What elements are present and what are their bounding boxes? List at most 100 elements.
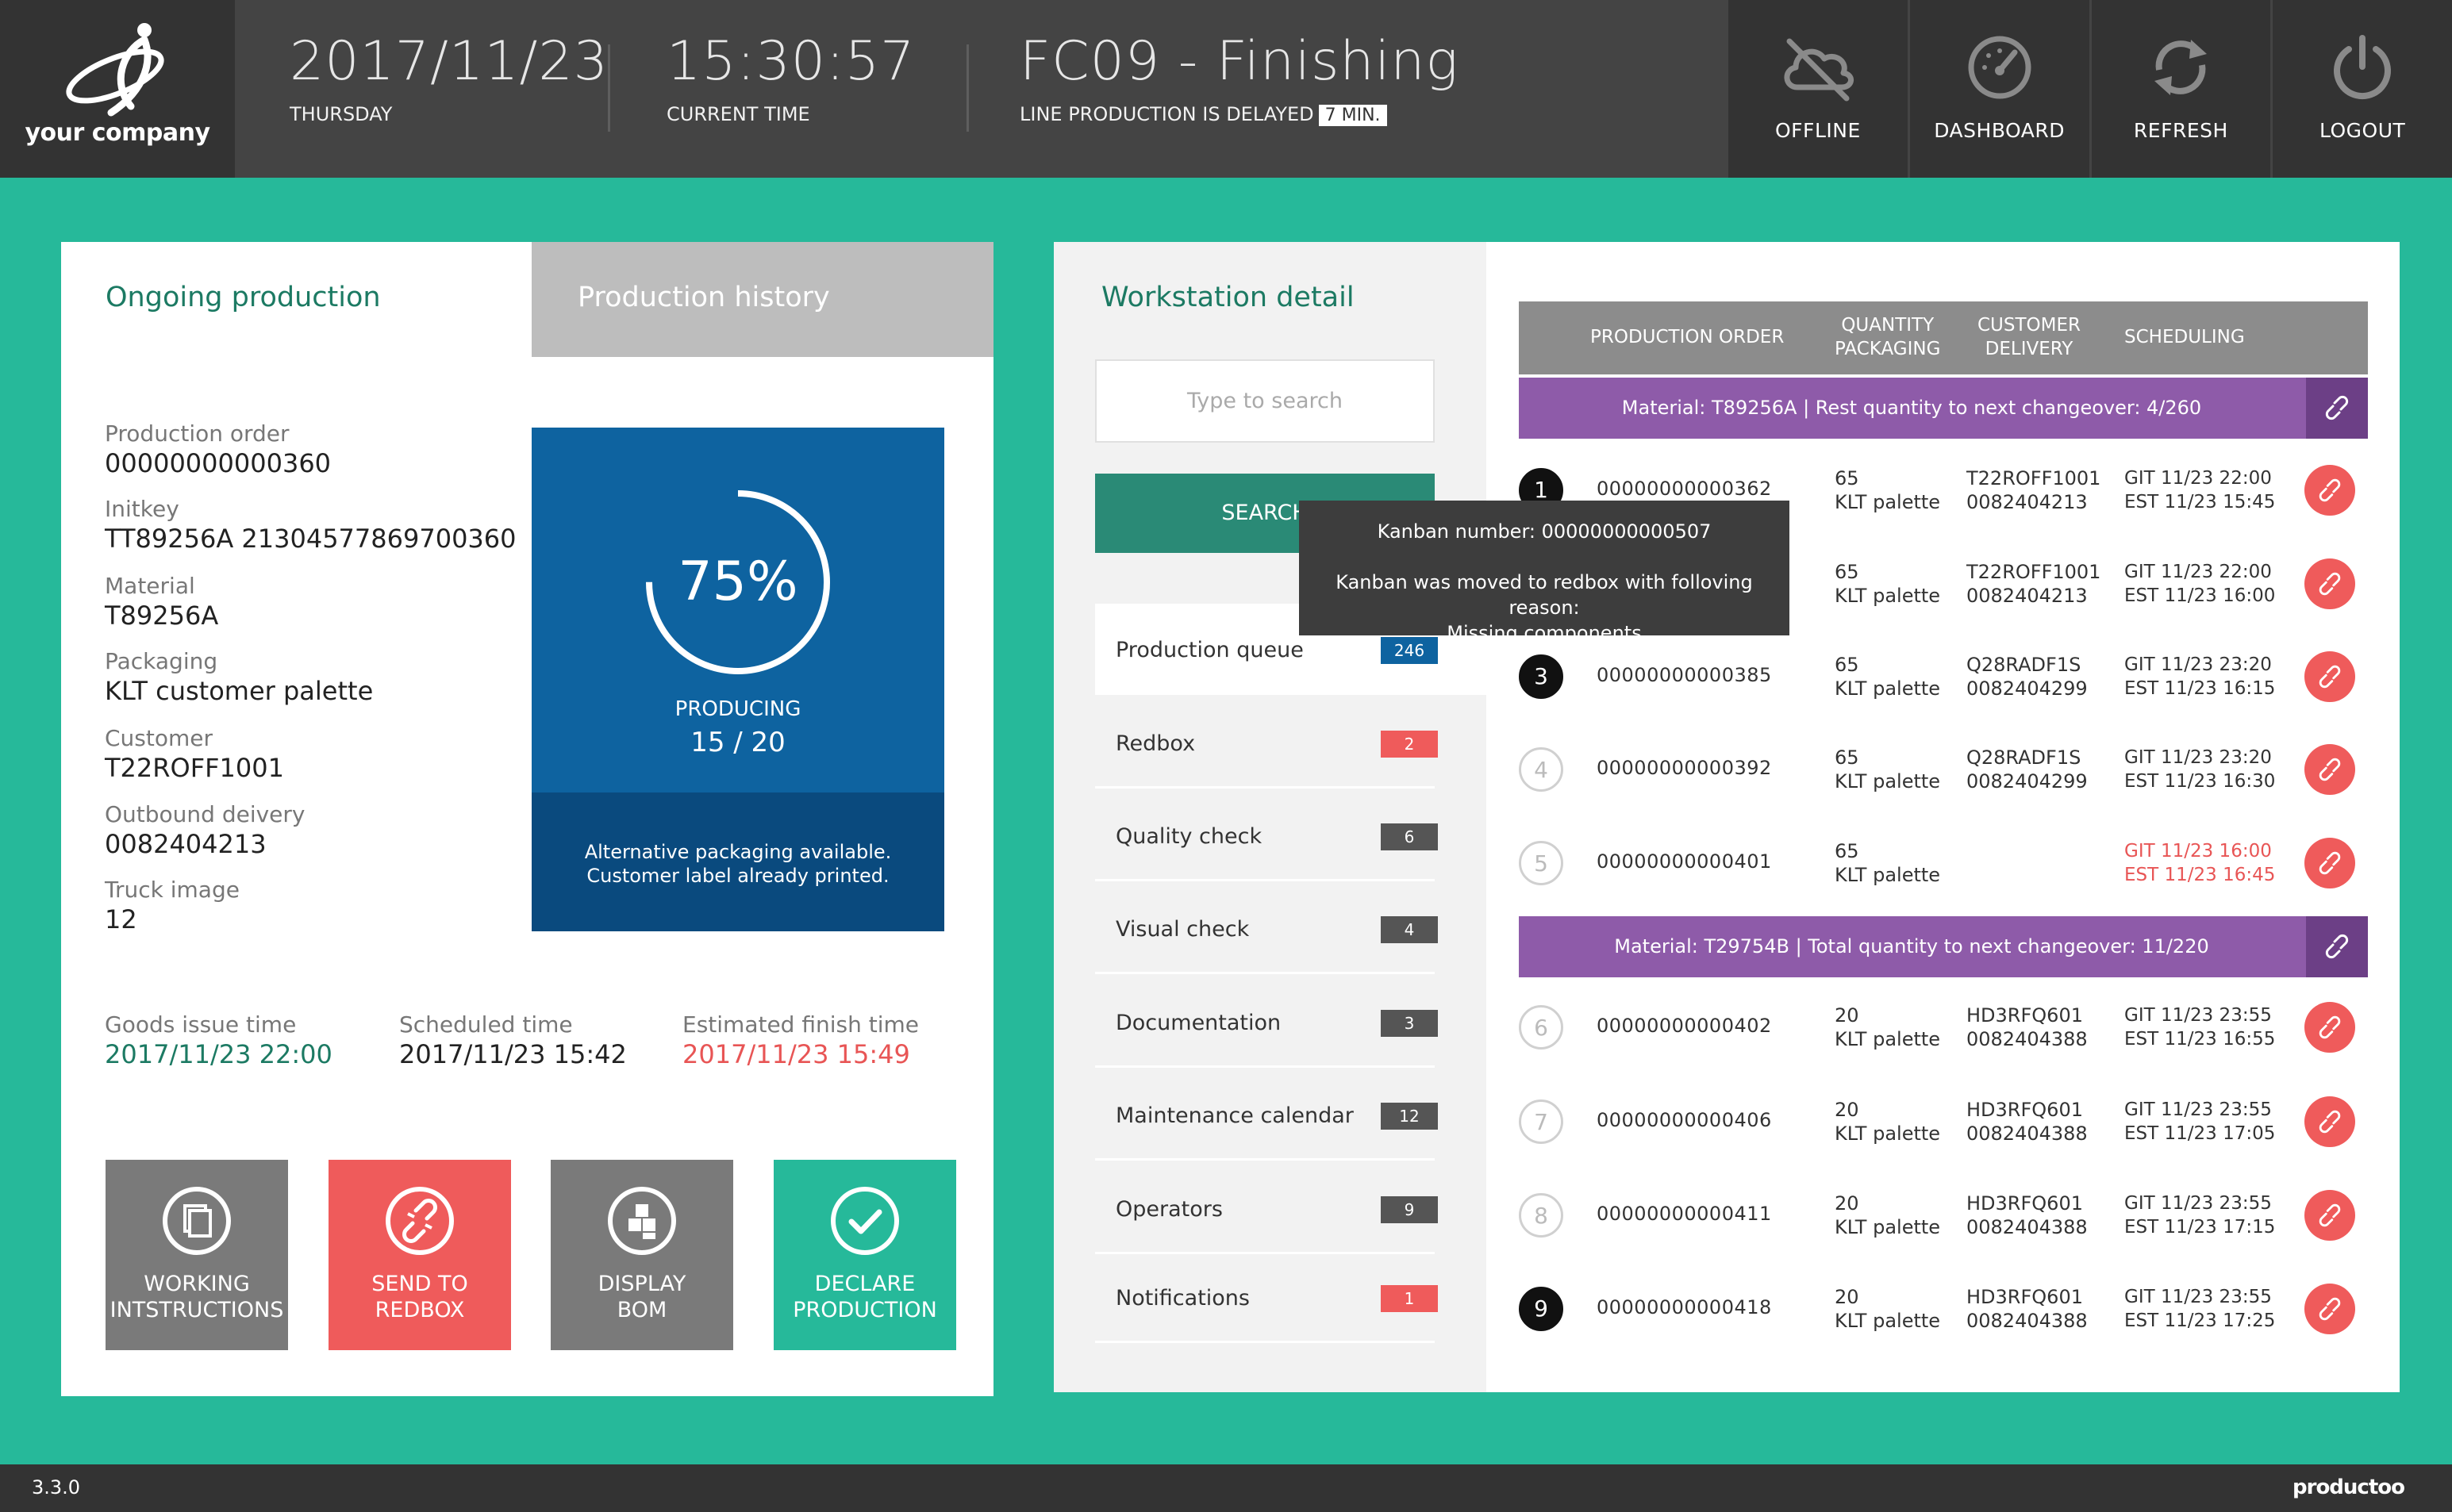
dashboard-gauge-icon [1968, 36, 2031, 99]
est-time: EST 11/23 16:00 [2124, 585, 2276, 606]
send-to-redbox-button[interactable] [2304, 838, 2355, 888]
sidebar-item-notifications[interactable]: Notifications 1 [1095, 1252, 1438, 1343]
quantity: 20 [1835, 1099, 1859, 1121]
field-initkey: Initkey TT89256A 21304577869700360 [105, 496, 517, 554]
send-to-redbox-button[interactable] [2304, 558, 2355, 609]
order-number: 00000000000406 [1597, 1109, 1772, 1131]
send-to-redbox-button[interactable] [2304, 465, 2355, 516]
row-number: 4 [1519, 747, 1563, 792]
git-time: GIT 11/23 23:20 [2124, 654, 2272, 675]
tooltip-kanban-number: Kanban number: 00000000000507 [1377, 520, 1712, 543]
search-input[interactable]: Type to search [1095, 359, 1435, 443]
table-row[interactable]: 5 00000000000401 65 KLT palette GIT 11/23… [1519, 817, 2368, 910]
send-to-redbox-button[interactable] [2304, 744, 2355, 795]
send-to-redbox-button[interactable] [2304, 1190, 2355, 1241]
tab-ongoing-production[interactable]: Ongoing production [61, 242, 532, 357]
sidebar-item-redbox[interactable]: Redbox 2 [1095, 697, 1438, 789]
table-header: PRODUCTION ORDER QUANTITY PACKAGING CUSTO… [1519, 301, 2368, 374]
col-customer: CUSTOMER DELIVERY [1977, 313, 2081, 361]
col-production-order: PRODUCTION ORDER [1590, 327, 1785, 347]
sidebar-item-label: Documentation [1116, 1011, 1282, 1035]
table-row[interactable]: 9 00000000000418 20 KLT palette HD3RFQ601… [1519, 1263, 2368, 1356]
quantity-cell: 65 KLT palette [1835, 839, 1940, 887]
scheduling-cell: GIT 11/23 22:00 EST 11/23 16:00 [2124, 560, 2275, 608]
refresh-button[interactable]: REFRESH [2089, 0, 2271, 178]
row-number: 9 [1519, 1287, 1563, 1331]
sidebar-item-maintenance-calendar[interactable]: Maintenance calendar 12 [1095, 1069, 1438, 1161]
quantity: 65 [1835, 840, 1859, 862]
sidebar-item-documentation[interactable]: Documentation 3 [1095, 977, 1438, 1068]
top-header: your company 2017/11/23 THURSDAY 15:30:5… [0, 0, 2452, 178]
field-production-order: Production order 00000000000360 [105, 420, 331, 478]
delivery: 0082404388 [1966, 1216, 2088, 1238]
field-value: 00000000000360 [105, 448, 332, 478]
field-value: KLT customer palette [105, 676, 374, 706]
delivery: 0082404299 [1966, 770, 2088, 792]
broken-link-icon [386, 1187, 454, 1255]
unlink-group-button[interactable] [2306, 916, 2368, 977]
table-row[interactable]: 6 00000000000402 20 KLT palette HD3RFQ601… [1519, 981, 2368, 1074]
send-to-redbox-button[interactable] [2304, 1096, 2355, 1147]
refresh-label: REFRESH [2133, 119, 2228, 142]
field-customer: Customer T22ROFF1001 [105, 725, 284, 783]
unlink-group-button[interactable] [2306, 378, 2368, 439]
send-to-redbox-button[interactable] [2304, 651, 2355, 702]
table-row[interactable]: 8 00000000000411 20 KLT palette HD3RFQ601… [1519, 1169, 2368, 1262]
customer-cell: Q28RADF1S 0082404299 [1966, 653, 2088, 700]
dashboard-button[interactable]: DASHBOARD [1907, 0, 2089, 178]
sidebar-item-label: Production queue [1116, 638, 1304, 662]
logout-button[interactable]: LOGOUT [2270, 0, 2452, 178]
company-name: your company [25, 119, 210, 147]
tab-production-history[interactable]: Production history [532, 242, 993, 357]
quantity: 20 [1835, 1286, 1859, 1308]
order-number: 00000000000385 [1597, 664, 1772, 686]
time-value: 2017/11/23 15:42 [399, 1039, 627, 1069]
est-time: EST 11/23 16:30 [2124, 771, 2276, 792]
label-line: SEND TO [371, 1272, 468, 1296]
customer: T22ROFF1001 [1966, 467, 2101, 489]
send-to-redbox-button[interactable] [2304, 1284, 2355, 1334]
declare-production-button[interactable]: DECLARE PRODUCTION [774, 1160, 956, 1350]
quantity: 65 [1835, 467, 1859, 489]
quantity-cell: 20 KLT palette [1835, 1285, 1940, 1333]
estimated-finish-time: Estimated finish time 2017/11/23 15:49 [682, 1011, 919, 1069]
sidebar-item-label: Notifications [1116, 1286, 1250, 1311]
scheduling-cell: GIT 11/23 23:20 EST 11/23 16:30 [2124, 746, 2275, 793]
col-quantity: QUANTITY PACKAGING [1835, 313, 1940, 361]
label-line: PRODUCTION [793, 1298, 937, 1322]
progress-status: PRODUCING [674, 697, 801, 721]
display-bom-button[interactable]: DISPLAY BOM [551, 1160, 733, 1350]
sidebar-item-label: Visual check [1116, 917, 1250, 942]
field-material: Material T89256A [105, 573, 218, 631]
offline-button[interactable]: OFFLINE [1728, 0, 1908, 178]
table-row[interactable]: 4 00000000000392 65 KLT palette Q28RADF1S… [1519, 723, 2368, 816]
quantity: 65 [1835, 654, 1859, 676]
customer-cell: T22ROFF1001 0082404213 [1966, 466, 2100, 514]
packaging: KLT palette [1835, 864, 1941, 886]
send-to-redbox-button[interactable] [2304, 1002, 2355, 1053]
row-number: 7 [1519, 1099, 1563, 1144]
quantity-cell: 20 KLT palette [1835, 1004, 1940, 1051]
sidebar-item-visual-check[interactable]: Visual check 4 [1095, 883, 1438, 974]
working-instructions-button[interactable]: WORKING INTSTRUCTIONS [106, 1160, 288, 1350]
customer-cell: HD3RFQ601 0082404388 [1966, 1098, 2088, 1146]
power-icon [2334, 35, 2392, 100]
delivery: 0082404388 [1966, 1122, 2088, 1145]
quantity: 65 [1835, 746, 1859, 769]
header-line: QUANTITY [1841, 315, 1935, 336]
table-row[interactable]: 7 00000000000406 20 KLT palette HD3RFQ601… [1519, 1076, 2368, 1169]
label-line: REDBOX [375, 1298, 465, 1322]
time-label: Estimated finish time [682, 1011, 920, 1038]
send-to-redbox-button[interactable]: SEND TO REDBOX [329, 1160, 511, 1350]
delivery: 0082404388 [1966, 1028, 2088, 1050]
label-line: DISPLAY [598, 1272, 686, 1296]
sidebar-item-operators[interactable]: Operators 9 [1095, 1163, 1438, 1254]
goods-issue-time: Goods issue time 2017/11/23 22:00 [105, 1011, 332, 1069]
broken-link-icon [2319, 1203, 2341, 1227]
date-block: 2017/11/23 THURSDAY [290, 35, 609, 126]
progress-card: 75% PRODUCING 15 / 20 [532, 428, 944, 792]
delivery: 0082404213 [1966, 585, 2088, 607]
row-number: 5 [1519, 841, 1563, 885]
customer-cell: T22ROFF1001 0082404213 [1966, 560, 2100, 608]
sidebar-item-quality-check[interactable]: Quality check 6 [1095, 790, 1438, 881]
